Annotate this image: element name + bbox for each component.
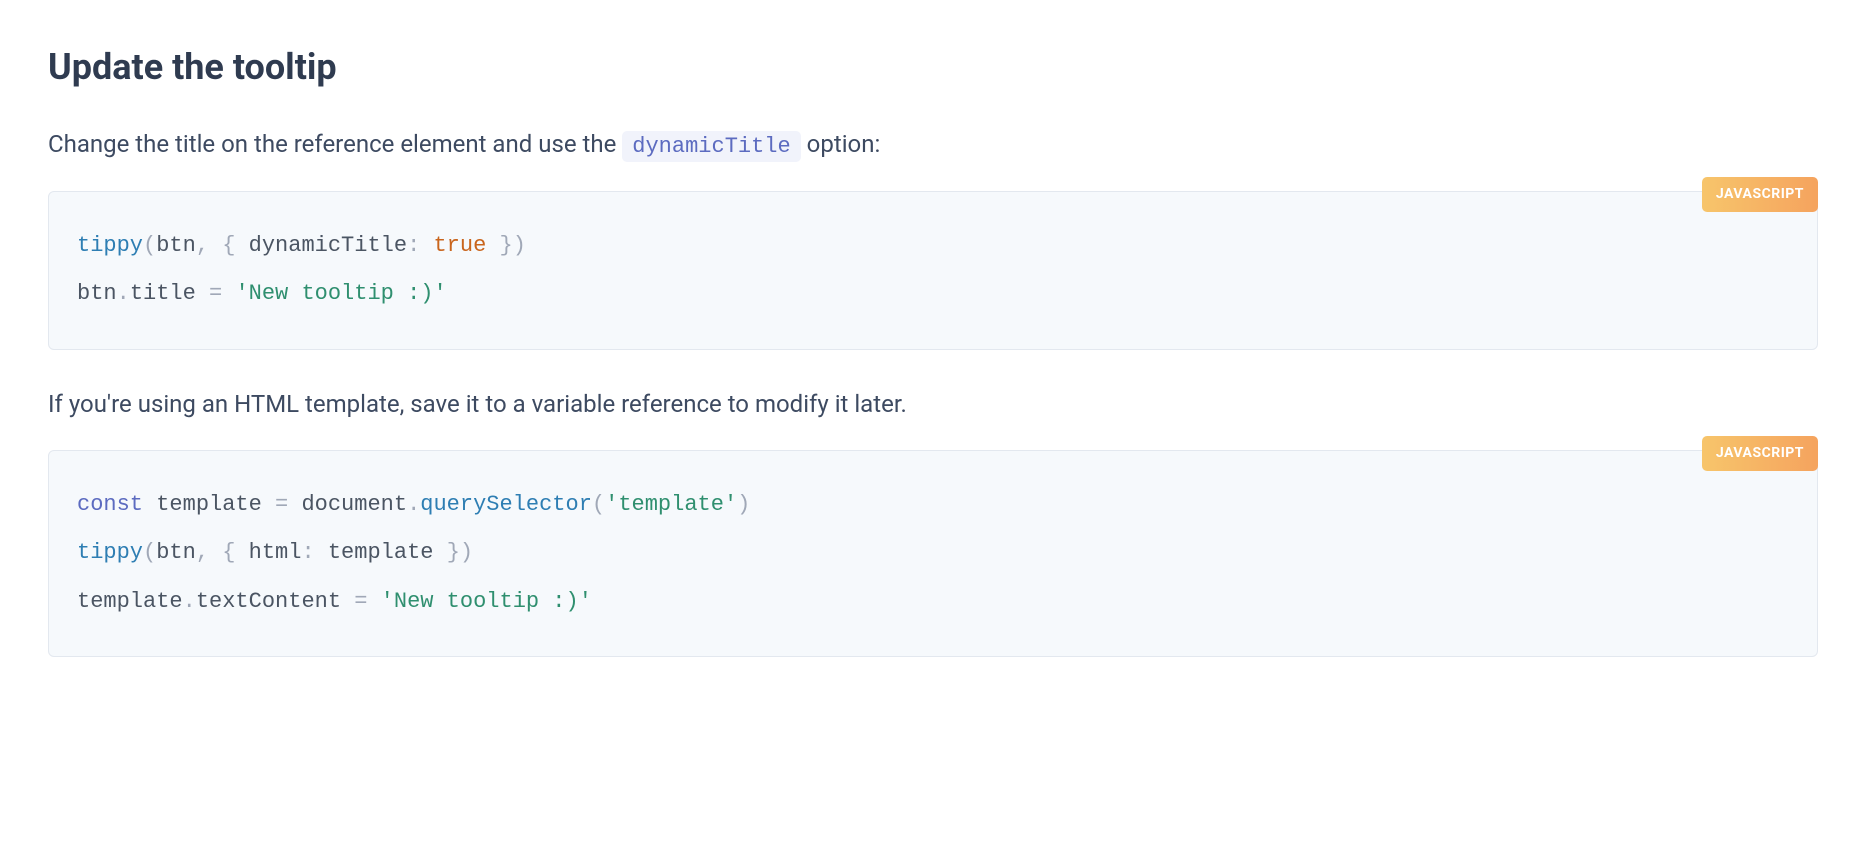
- code-token: ): [737, 492, 750, 517]
- code-token: textContent: [196, 589, 354, 614]
- para1-text-after: option:: [801, 130, 881, 158]
- code-token: querySelector: [420, 492, 592, 517]
- code-block-1[interactable]: tippy(btn, { dynamicTitle: true }) btn.t…: [48, 191, 1818, 350]
- code-token: [209, 540, 222, 565]
- code-token: .: [117, 281, 130, 306]
- code-token: btn: [77, 281, 117, 306]
- code-token: 'New tooltip :)': [235, 281, 446, 306]
- code-token: (: [143, 233, 156, 258]
- code-token: 'New tooltip :)': [381, 589, 592, 614]
- code-token: ,: [196, 540, 209, 565]
- code-token: ,: [196, 233, 209, 258]
- code-token: [209, 233, 222, 258]
- code-token: :: [301, 540, 314, 565]
- code-token: [222, 281, 235, 306]
- paragraph-template-note: If you're using an HTML template, save i…: [48, 386, 1818, 422]
- paragraph-intro: Change the title on the reference elemen…: [48, 126, 1818, 163]
- code-block-1-wrapper: JAVASCRIPT tippy(btn, { dynamicTitle: tr…: [48, 191, 1818, 350]
- code-token: :: [407, 233, 420, 258]
- code-token: true: [433, 233, 486, 258]
- code-token: btn: [156, 540, 196, 565]
- code-token: html: [235, 540, 301, 565]
- code-token: tippy: [77, 540, 143, 565]
- code-token: tippy: [77, 233, 143, 258]
- code-token: btn: [156, 233, 196, 258]
- code-token: title: [130, 281, 209, 306]
- code-token: ): [460, 540, 473, 565]
- code-block-2[interactable]: const template = document.querySelector(…: [48, 450, 1818, 657]
- code-token: =: [354, 589, 367, 614]
- code-token: dynamicTitle: [235, 233, 407, 258]
- para1-text-before: Change the title on the reference elemen…: [48, 130, 622, 158]
- code-token: [367, 589, 380, 614]
- code-token: template: [315, 540, 447, 565]
- code-block-2-wrapper: JAVASCRIPT const template = document.que…: [48, 450, 1818, 657]
- code-token: }: [447, 540, 460, 565]
- code-token: ): [513, 233, 526, 258]
- code-token: [420, 233, 433, 258]
- code-token: (: [143, 540, 156, 565]
- code-token: [486, 233, 499, 258]
- section-heading: Update the tooltip: [48, 40, 1818, 94]
- code-token: {: [222, 540, 235, 565]
- code-token: {: [222, 233, 235, 258]
- inline-code-dynamictitle: dynamicTitle: [622, 131, 800, 162]
- code-token: }: [500, 233, 513, 258]
- code-token: (: [592, 492, 605, 517]
- code-token: .: [407, 492, 420, 517]
- code-token: document: [288, 492, 407, 517]
- code-token: .: [183, 589, 196, 614]
- code-token: =: [275, 492, 288, 517]
- code-token: =: [209, 281, 222, 306]
- language-badge: JAVASCRIPT: [1702, 436, 1818, 471]
- language-badge: JAVASCRIPT: [1702, 177, 1818, 212]
- code-token: template: [77, 589, 183, 614]
- code-token: const: [77, 492, 143, 517]
- code-token: 'template': [605, 492, 737, 517]
- code-token: template: [143, 492, 275, 517]
